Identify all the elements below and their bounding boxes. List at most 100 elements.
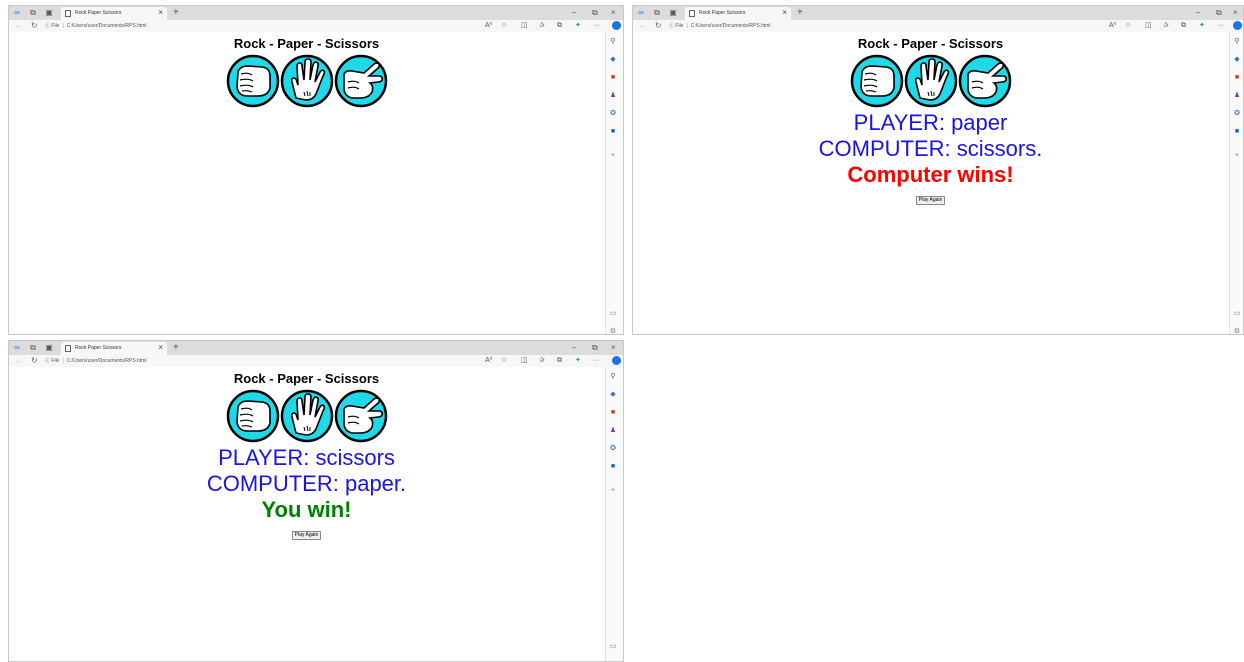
minimize-button[interactable]: –: [572, 7, 576, 19]
address-bar[interactable]: ⓘ File | C:/Users/user/Documents/RPS.html: [669, 21, 1069, 31]
favorite-star-icon[interactable]: ☆: [501, 356, 507, 366]
extensions-icon[interactable]: ✦: [575, 356, 581, 366]
close-window-button[interactable]: ×: [611, 7, 616, 19]
settings-gear-icon[interactable]: ⚙: [609, 328, 617, 334]
scissors-hand-icon[interactable]: [958, 54, 1012, 108]
collections-icon[interactable]: ⧉: [29, 9, 37, 17]
tools-icon[interactable]: ■: [609, 409, 617, 417]
rock-hand-icon[interactable]: [226, 54, 280, 108]
shopping-tag-icon[interactable]: ◆: [1233, 56, 1241, 64]
back-icon[interactable]: ←: [15, 21, 23, 31]
address-bar[interactable]: ⓘ File | C:/Users/user/Documents/RPS.html: [45, 21, 445, 31]
refresh-icon[interactable]: ↻: [31, 21, 38, 31]
restore-button[interactable]: ⧉: [1216, 7, 1222, 19]
favorite-star-icon[interactable]: ☆: [501, 21, 507, 31]
tools-icon[interactable]: ■: [1233, 74, 1241, 82]
info-icon[interactable]: ⓘ: [669, 23, 674, 29]
refresh-icon[interactable]: ↻: [655, 21, 662, 31]
sidebar-add-icon[interactable]: +: [1233, 152, 1241, 160]
more-menu-icon[interactable]: ···: [593, 356, 600, 366]
favorites-icon[interactable]: ✰: [539, 21, 545, 31]
shopping-tag-icon[interactable]: ◆: [609, 56, 617, 64]
paper-hand-icon[interactable]: [280, 389, 334, 443]
scissors-hand-icon[interactable]: [334, 389, 388, 443]
extensions-icon[interactable]: ✦: [1199, 21, 1205, 31]
back-icon[interactable]: ←: [15, 356, 23, 366]
split-screen-icon[interactable]: ◫: [1145, 21, 1152, 31]
people-icon[interactable]: ♟: [609, 92, 617, 100]
search-icon[interactable]: ⚲: [1233, 38, 1241, 46]
workspaces-icon[interactable]: ∞: [13, 344, 21, 352]
office-icon[interactable]: ✪: [1233, 110, 1241, 118]
sidebar-add-icon[interactable]: +: [609, 152, 617, 160]
minimize-button[interactable]: –: [572, 342, 576, 354]
read-aloud-icon[interactable]: A⁰: [1109, 21, 1116, 31]
copilot-icon[interactable]: [1233, 21, 1242, 30]
read-aloud-icon[interactable]: A⁰: [485, 21, 492, 31]
collections-icon[interactable]: ⧉: [29, 344, 37, 352]
restore-button[interactable]: ⧉: [592, 342, 598, 354]
collections-toolbar-icon[interactable]: ⧉: [1181, 21, 1186, 31]
play-again-button[interactable]: Play Again: [915, 196, 946, 205]
refresh-icon[interactable]: ↻: [31, 356, 38, 366]
more-menu-icon[interactable]: ···: [1217, 21, 1224, 31]
workspaces-icon[interactable]: ∞: [13, 9, 21, 17]
tab-close-button[interactable]: ×: [782, 8, 787, 18]
people-icon[interactable]: ♟: [609, 427, 617, 435]
tab-close-button[interactable]: ×: [158, 8, 163, 18]
office-icon[interactable]: ✪: [609, 110, 617, 118]
minimize-button[interactable]: –: [1196, 7, 1200, 19]
collections-toolbar-icon[interactable]: ⧉: [557, 356, 562, 366]
copilot-icon[interactable]: [612, 356, 621, 365]
new-tab-button[interactable]: +: [797, 7, 803, 19]
screen-icon[interactable]: ▭: [609, 643, 617, 651]
outlook-icon[interactable]: ■: [609, 128, 617, 136]
tab-close-button[interactable]: ×: [158, 343, 163, 353]
tab-actions-icon[interactable]: ▣: [45, 9, 53, 17]
collections-toolbar-icon[interactable]: ⧉: [557, 21, 562, 31]
collections-icon[interactable]: ⧉: [653, 9, 661, 17]
search-icon[interactable]: ⚲: [609, 38, 617, 46]
paper-hand-icon[interactable]: [280, 54, 334, 108]
outlook-icon[interactable]: ■: [1233, 128, 1241, 136]
favorites-icon[interactable]: ✰: [1163, 21, 1169, 31]
read-aloud-icon[interactable]: A⁰: [485, 356, 492, 366]
new-tab-button[interactable]: +: [173, 7, 179, 19]
paper-hand-icon[interactable]: [904, 54, 958, 108]
close-window-button[interactable]: ×: [1233, 7, 1238, 19]
tools-icon[interactable]: ■: [609, 74, 617, 82]
rock-hand-icon[interactable]: [226, 389, 280, 443]
favorites-icon[interactable]: ✰: [539, 356, 545, 366]
copilot-icon[interactable]: [612, 21, 621, 30]
outlook-icon[interactable]: ■: [609, 463, 617, 471]
play-again-button[interactable]: Play Again: [291, 531, 322, 540]
tab-rps[interactable]: Rock Paper Scissors ×: [61, 342, 167, 355]
screen-icon[interactable]: ▭: [1233, 310, 1241, 318]
info-icon[interactable]: ⓘ: [45, 23, 50, 29]
people-icon[interactable]: ♟: [1233, 92, 1241, 100]
more-menu-icon[interactable]: ···: [593, 21, 600, 31]
extensions-icon[interactable]: ✦: [575, 21, 581, 31]
scissors-hand-icon[interactable]: [334, 54, 388, 108]
address-bar[interactable]: ⓘ File | C:/Users/user/Documents/RPS.html: [45, 356, 445, 366]
screen-icon[interactable]: ▭: [609, 310, 617, 318]
tab-actions-icon[interactable]: ▣: [669, 9, 677, 17]
close-window-button[interactable]: ×: [611, 342, 616, 354]
tab-actions-icon[interactable]: ▣: [45, 344, 53, 352]
settings-gear-icon[interactable]: ⚙: [1233, 328, 1241, 334]
back-icon[interactable]: ←: [639, 21, 647, 31]
office-icon[interactable]: ✪: [609, 445, 617, 453]
rock-hand-icon[interactable]: [850, 54, 904, 108]
split-screen-icon[interactable]: ◫: [521, 21, 528, 31]
workspaces-icon[interactable]: ∞: [637, 9, 645, 17]
shopping-tag-icon[interactable]: ◆: [609, 391, 617, 399]
favorite-star-icon[interactable]: ☆: [1125, 21, 1131, 31]
split-screen-icon[interactable]: ◫: [521, 356, 528, 366]
new-tab-button[interactable]: +: [173, 342, 179, 354]
tab-rps[interactable]: Rock Paper Scissors ×: [61, 7, 167, 20]
search-icon[interactable]: ⚲: [609, 373, 617, 381]
info-icon[interactable]: ⓘ: [45, 358, 50, 364]
sidebar-add-icon[interactable]: +: [609, 487, 617, 495]
restore-button[interactable]: ⧉: [592, 7, 598, 19]
tab-rps[interactable]: Rock Paper Scissors ×: [685, 7, 791, 20]
